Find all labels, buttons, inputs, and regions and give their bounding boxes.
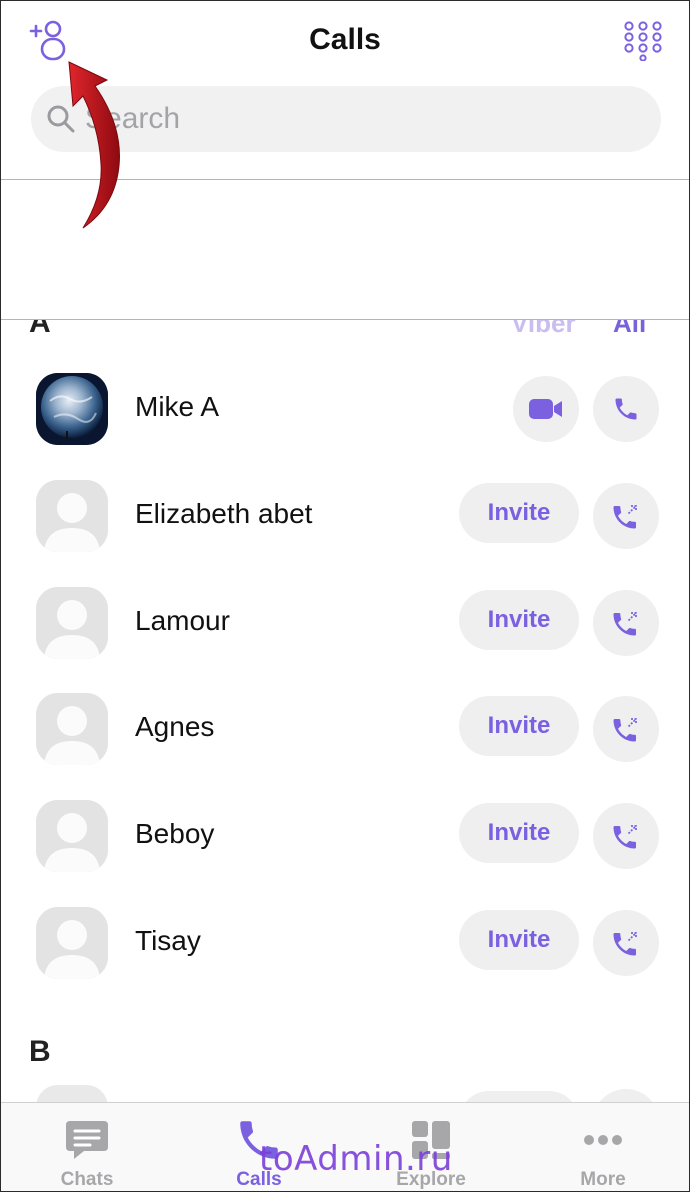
contact-name: Elizabeth abet — [135, 498, 313, 529]
call-button[interactable] — [593, 483, 659, 549]
contact-avatar — [36, 907, 108, 979]
contact-avatar — [36, 587, 108, 659]
section-header-a: A Viber All — [1, 320, 689, 336]
tab-label: More — [580, 1169, 626, 1190]
call-button[interactable] — [593, 696, 659, 762]
search-icon — [47, 105, 75, 133]
contact-row[interactable]: Lamour Invite — [1, 569, 689, 675]
invite-button[interactable]: Invite — [459, 803, 579, 863]
contact-avatar — [36, 1085, 108, 1103]
contact-avatar — [36, 480, 108, 552]
contact-row-partial[interactable] — [1, 1081, 689, 1103]
phone-outgoing-icon — [613, 718, 637, 742]
page-title: Calls — [309, 23, 381, 56]
more-dots-icon — [584, 1135, 622, 1145]
watermark: toAdmin.ru — [259, 1139, 453, 1179]
contact-avatar — [36, 693, 108, 765]
default-avatar-icon — [36, 907, 108, 979]
call-button[interactable] — [593, 910, 659, 976]
call-button[interactable] — [593, 1089, 659, 1103]
phone-icon — [615, 398, 637, 420]
contact-name: Tisay — [135, 925, 201, 956]
call-button[interactable] — [593, 590, 659, 656]
filter-viber-tab[interactable]: Viber — [511, 320, 576, 336]
earth-photo — [36, 373, 108, 445]
contact-avatar — [36, 373, 108, 445]
phone-outgoing-icon — [613, 612, 637, 636]
tab-label: Chats — [60, 1169, 114, 1190]
contact-name: Beboy — [135, 818, 215, 849]
search-input[interactable] — [85, 102, 605, 136]
default-avatar-icon — [36, 480, 108, 552]
default-avatar-icon — [36, 693, 108, 765]
contact-row[interactable]: Elizabeth abet Invite — [1, 462, 689, 568]
chat-bubble-icon — [66, 1121, 108, 1159]
phone-outgoing-icon — [613, 825, 637, 849]
default-avatar-icon — [36, 800, 108, 872]
contact-row[interactable]: Beboy Invite — [1, 782, 689, 888]
recents-empty-area — [1, 180, 689, 319]
section-letter: A — [29, 320, 51, 336]
keypad-button[interactable] — [623, 21, 663, 62]
video-call-button[interactable] — [513, 376, 579, 442]
contact-name: Mike A — [135, 391, 220, 422]
header: Calls — [1, 1, 689, 181]
invite-button[interactable]: Invite — [459, 590, 579, 650]
video-camera-icon — [529, 399, 562, 419]
contact-row[interactable]: Agnes Invite — [1, 675, 689, 781]
search-bar[interactable] — [31, 86, 661, 152]
phone-outgoing-icon — [613, 932, 637, 956]
keypad-icon — [624, 21, 662, 62]
contact-row[interactable]: Mike A — [1, 355, 689, 461]
section-letter: B — [29, 1035, 51, 1068]
tab-chats[interactable]: Chats — [1, 1103, 173, 1191]
contact-name: Agnes — [135, 711, 215, 742]
app-frame: Calls A Viber All — [0, 0, 690, 1192]
invite-button[interactable]: Invite — [459, 910, 579, 970]
default-avatar-icon — [36, 587, 108, 659]
contact-avatar — [36, 800, 108, 872]
call-button[interactable] — [593, 376, 659, 442]
phone-outgoing-icon — [613, 505, 637, 529]
contact-name: Lamour — [135, 605, 230, 636]
filter-all-tab[interactable]: All — [613, 320, 646, 336]
contact-row[interactable]: Tisay Invite — [1, 889, 689, 995]
call-button[interactable] — [593, 803, 659, 869]
invite-button[interactable]: Invite — [459, 696, 579, 756]
invite-button[interactable]: Invite — [459, 483, 579, 543]
tab-more[interactable]: More — [517, 1103, 689, 1191]
